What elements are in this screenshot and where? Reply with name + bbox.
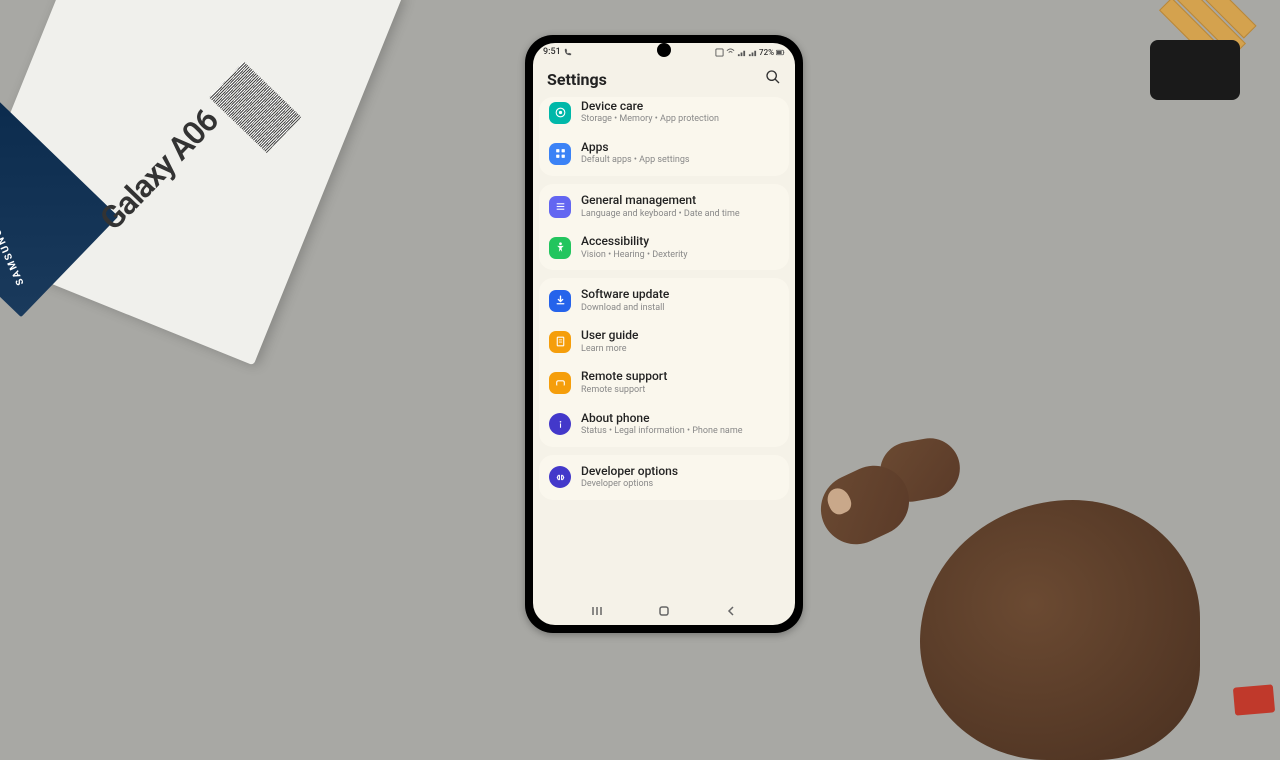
settings-group-general: General management Language and keyboard… [539,184,789,270]
settings-item-remote-support[interactable]: Remote support Remote support [539,362,789,403]
item-title: Developer options [581,464,779,478]
battery-icon [776,48,785,57]
status-time: 9:51 [543,47,561,57]
channel-badge [1233,684,1275,715]
settings-item-accessibility[interactable]: Accessibility Vision • Hearing • Dexteri… [539,227,789,268]
home-icon [657,604,671,618]
settings-header: Settings [533,59,795,97]
item-subtitle: Developer options [581,479,779,491]
item-subtitle: Vision • Hearing • Dexterity [581,250,779,262]
settings-item-user-guide[interactable]: User guide Learn more [539,321,789,362]
phone-icon [564,48,572,56]
page-title: Settings [547,70,607,89]
item-title: Apps [581,140,779,154]
search-button[interactable] [765,69,781,89]
item-subtitle: Storage • Memory • App protection [581,114,779,126]
nfc-icon [715,48,724,57]
item-subtitle: Remote support [581,385,779,397]
item-title: Software update [581,287,779,301]
phone-frame: 9:51 72% Settings [525,35,803,633]
product-model-label: Galaxy A06 [92,101,225,237]
item-subtitle: Download and install [581,303,779,315]
product-box: SAMSUNG Galaxy A06 [0,0,403,365]
settings-item-developer-options[interactable]: Developer options Developer options [539,457,789,498]
navigation-bar [533,597,795,625]
product-box-blue-panel: SAMSUNG [0,78,118,318]
back-button[interactable] [724,604,738,618]
phone-screen: 9:51 72% Settings [533,43,795,625]
item-title: About phone [581,411,779,425]
remote-support-icon [549,372,571,394]
about-phone-icon [549,413,571,435]
settings-list[interactable]: Device care Storage • Memory • App prote… [533,97,795,500]
settings-item-device-care[interactable]: Device care Storage • Memory • App prote… [539,99,789,133]
barcode [209,61,301,153]
settings-item-about-phone[interactable]: About phone Status • Legal information •… [539,404,789,445]
item-title: Device care [581,99,779,113]
settings-group-system: Software update Download and install Use… [539,278,789,446]
dark-object-prop [1150,40,1240,100]
hand-prop [780,410,1200,760]
apps-icon [549,143,571,165]
settings-group-device-apps: Device care Storage • Memory • App prote… [539,97,789,176]
brand-label: SAMSUNG [0,225,27,286]
device-care-icon [549,102,571,124]
item-title: Accessibility [581,234,779,248]
signal-icon-2 [748,48,757,57]
user-guide-icon [549,331,571,353]
item-subtitle: Language and keyboard • Date and time [581,209,779,221]
home-button[interactable] [657,604,671,618]
settings-group-developer: Developer options Developer options [539,455,789,500]
developer-options-icon [549,466,571,488]
software-update-icon [549,290,571,312]
item-subtitle: Status • Legal information • Phone name [581,426,779,438]
battery-percent: 72% [759,48,774,57]
item-title: User guide [581,328,779,342]
recents-button[interactable] [590,604,604,618]
item-subtitle: Default apps • App settings [581,155,779,167]
item-title: General management [581,193,779,207]
item-subtitle: Learn more [581,344,779,356]
settings-item-general-management[interactable]: General management Language and keyboard… [539,186,789,227]
camera-notch [657,43,671,57]
search-icon [765,69,781,85]
recents-icon [590,604,604,618]
settings-item-apps[interactable]: Apps Default apps • App settings [539,133,789,174]
signal-icon [737,48,746,57]
volte-icon [726,48,735,57]
accessibility-icon [549,237,571,259]
general-management-icon [549,196,571,218]
back-icon [724,604,738,618]
settings-item-software-update[interactable]: Software update Download and install [539,280,789,321]
item-title: Remote support [581,369,779,383]
